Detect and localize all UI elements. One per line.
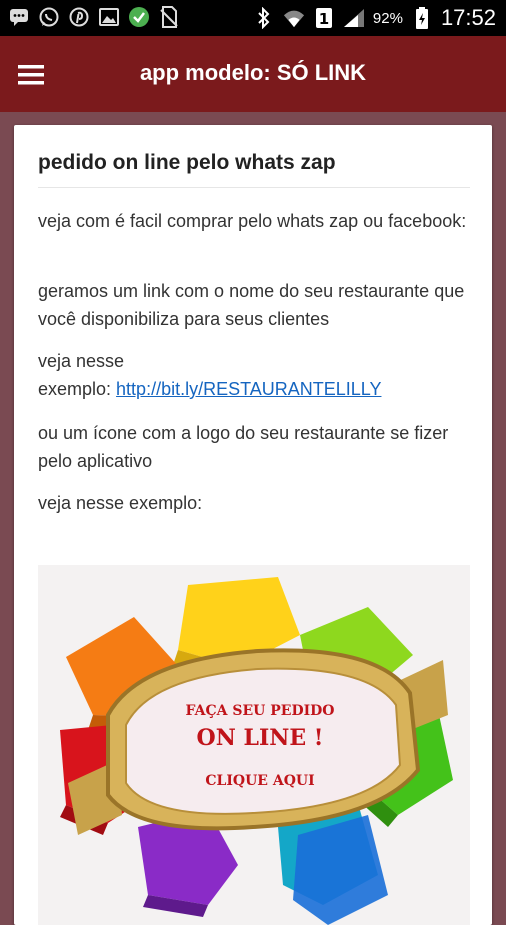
title-divider — [38, 187, 470, 188]
example-line2: exemplo: http://bit.ly/RESTAURANTELILLY — [38, 375, 468, 403]
bluetooth-icon — [253, 7, 275, 29]
svg-text:1: 1 — [319, 10, 329, 28]
signal-icon — [343, 7, 365, 29]
promo-line2: ON LINE ! — [197, 725, 324, 751]
example-label: exemplo: — [38, 379, 117, 399]
post-card: pedido on line pelo whats zap veja com é… — [14, 125, 492, 925]
promo-graphic: FAÇA SEU PEDIDO ON LINE ! CLIQUE AQUI — [60, 577, 453, 925]
status-bar: 1 92% 17:52 — [0, 0, 506, 36]
promo-line3: CLIQUE AQUI — [205, 773, 314, 789]
app-title: app modelo: SÓ LINK — [139, 60, 367, 85]
battery-percent: 92% — [372, 9, 403, 27]
paragraph-link-info: geramos um link com o nome do seu restau… — [38, 281, 465, 329]
paragraph-intro: veja com é facil comprar pelo whats zap … — [38, 211, 467, 231]
image-icon — [98, 6, 120, 28]
battery-icon — [411, 7, 433, 29]
pinterest-icon — [68, 6, 90, 28]
check-circle-icon — [128, 6, 150, 28]
content-area[interactable]: pedido on line pelo whats zap veja com é… — [0, 112, 506, 925]
chat-bubble-icon — [8, 6, 30, 28]
paragraph-example-2: veja nesse exemplo: — [38, 493, 203, 513]
promo-image[interactable]: FAÇA SEU PEDIDO ON LINE ! CLIQUE AQUI — [38, 565, 470, 925]
system-icons: 1 92% 17:52 — [253, 5, 496, 31]
example-label-line1: veja nesse — [38, 351, 125, 371]
no-sim-icon — [158, 6, 180, 28]
example-link[interactable]: http://bit.ly/RESTAURANTELILLY — [116, 379, 381, 399]
paragraph-icon: ou um ícone com a logo do seu restaurant… — [38, 423, 449, 471]
paragraph-example: veja nesse exemplo: http://bit.ly/RESTAU… — [38, 347, 468, 403]
clock: 17:52 — [440, 5, 496, 30]
wifi-icon — [283, 7, 305, 29]
app-bar: app modelo: SÓ LINK — [0, 36, 506, 112]
notification-icons — [8, 6, 180, 28]
whatsapp-icon — [38, 6, 60, 28]
post-title: pedido on line pelo whats zap — [38, 151, 336, 174]
sim-1-icon: 1 — [313, 7, 335, 29]
promo-line1: FAÇA SEU PEDIDO — [186, 703, 335, 719]
